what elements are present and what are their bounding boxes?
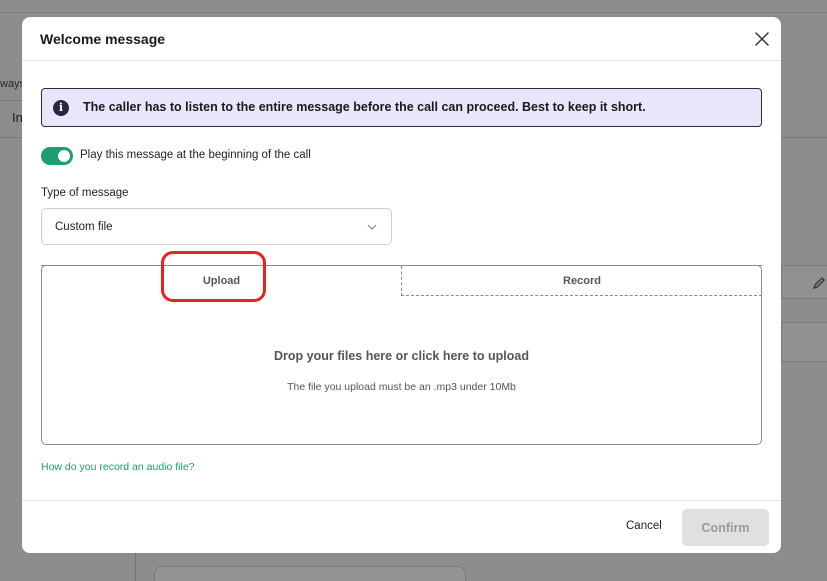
toggle-knob bbox=[58, 150, 70, 162]
dialog-title: Welcome message bbox=[40, 31, 166, 47]
file-drop-zone[interactable]: Drop your files here or click here to up… bbox=[42, 296, 761, 444]
cancel-button[interactable]: Cancel bbox=[626, 520, 662, 532]
info-icon: i bbox=[53, 100, 69, 116]
welcome-message-dialog: Welcome message i The caller has to list… bbox=[22, 17, 781, 553]
type-of-message-label: Type of message bbox=[41, 187, 129, 199]
tab-upload[interactable]: Upload bbox=[42, 266, 401, 296]
tab-record[interactable]: Record bbox=[401, 266, 762, 296]
play-message-toggle-label: Play this message at the beginning of th… bbox=[80, 149, 311, 161]
dialog-footer: Cancel Confirm bbox=[22, 500, 781, 553]
record-audio-help-link[interactable]: How do you record an audio file? bbox=[41, 461, 195, 473]
info-banner-text: The caller has to listen to the entire m… bbox=[83, 100, 646, 114]
drop-zone-hint: The file you upload must be an .mp3 unde… bbox=[287, 381, 516, 393]
type-of-message-value: Custom file bbox=[55, 221, 113, 233]
dialog-header: Welcome message bbox=[22, 17, 781, 61]
drop-zone-title: Drop your files here or click here to up… bbox=[274, 349, 529, 363]
confirm-button[interactable]: Confirm bbox=[682, 509, 769, 546]
upload-record-panel: Upload Record Drop your files here or cl… bbox=[41, 265, 762, 445]
chevron-down-icon bbox=[367, 224, 377, 230]
close-icon[interactable] bbox=[752, 29, 772, 49]
type-of-message-select[interactable]: Custom file bbox=[41, 208, 392, 245]
play-message-toggle[interactable] bbox=[41, 147, 73, 165]
info-banner: i The caller has to listen to the entire… bbox=[41, 88, 762, 127]
